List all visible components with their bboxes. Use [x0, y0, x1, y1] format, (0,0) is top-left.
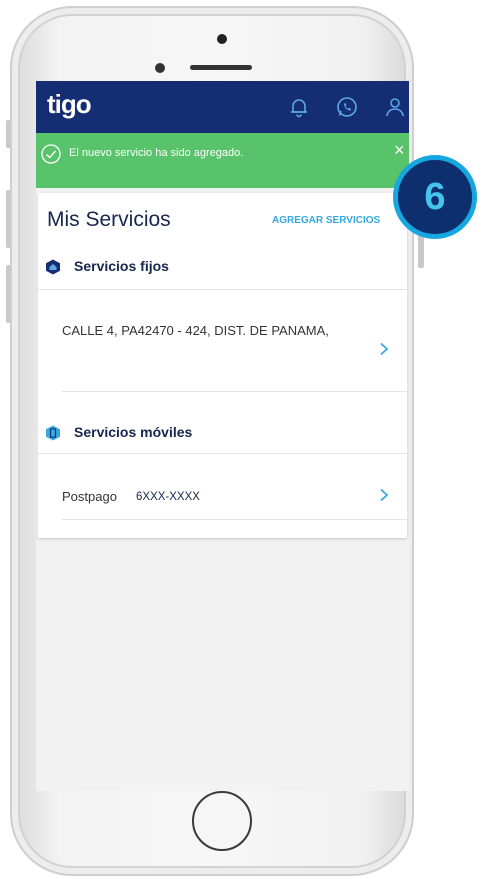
success-toast: El nuevo servicio ha sido agregado. ×: [36, 133, 409, 188]
toast-message: El nuevo servicio ha sido agregado.: [69, 147, 244, 159]
front-sensor: [217, 34, 227, 44]
postpaid-label[interactable]: Postpago: [62, 489, 117, 504]
phone-screen: tigo El nuevo servicio ha sido agregado.…: [36, 81, 409, 791]
close-icon[interactable]: ×: [394, 141, 405, 159]
page-title: Mis Servicios: [47, 208, 171, 231]
bell-icon[interactable]: [287, 95, 311, 119]
earpiece-speaker: [190, 65, 252, 70]
phone-frame: tigo El nuevo servicio ha sido agregado.…: [10, 6, 424, 876]
chevron-right-icon[interactable]: [378, 488, 390, 502]
home-icon: [46, 259, 60, 275]
step-badge: 6: [393, 155, 477, 239]
services-card: Mis Servicios AGREGAR SERVICIOS Servicio…: [38, 193, 407, 538]
divider: [38, 453, 407, 454]
chevron-right-icon[interactable]: [378, 342, 390, 356]
divider: [38, 289, 407, 290]
section-fixed-services: Servicios fijos: [74, 258, 169, 274]
mobile-icon: [46, 425, 60, 441]
front-camera: [155, 63, 165, 73]
fixed-service-address[interactable]: CALLE 4, PA42470 - 424, DIST. DE PANAMA,: [62, 323, 329, 338]
user-icon[interactable]: [383, 95, 407, 119]
whatsapp-icon[interactable]: [335, 95, 359, 119]
home-button: [192, 791, 252, 851]
add-services-link[interactable]: AGREGAR SERVICIOS: [272, 215, 380, 226]
divider: [62, 391, 407, 392]
app-header: tigo: [36, 81, 409, 133]
check-circle-icon: [41, 144, 61, 164]
section-mobile-services: Servicios móviles: [74, 424, 193, 440]
tigo-logo[interactable]: tigo: [47, 89, 92, 120]
postpaid-number[interactable]: 6XXX-XXXX: [136, 491, 200, 503]
divider: [62, 519, 407, 520]
